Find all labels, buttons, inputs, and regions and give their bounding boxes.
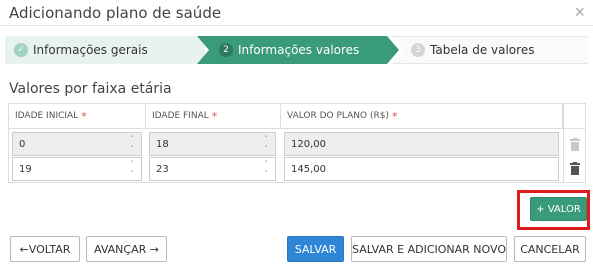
chevron-up-icon[interactable]: ˄ xyxy=(130,135,134,143)
dialog-header: Adicionando plano de saúde × xyxy=(0,0,593,26)
idade-inicial-input[interactable]: 0 ˄ ˅ xyxy=(12,132,142,156)
step-label: Informações valores xyxy=(238,43,360,57)
chevron-up-icon[interactable]: ˄ xyxy=(264,160,268,168)
quantity-stepper[interactable]: ˄ ˅ xyxy=(261,160,271,178)
input-value: 19 xyxy=(19,163,32,175)
trash-body xyxy=(571,166,579,175)
back-button[interactable]: ←VOLTAR xyxy=(10,236,80,262)
chevron-up-icon[interactable]: ˄ xyxy=(130,160,134,168)
divider xyxy=(9,128,585,129)
step-informacoes-valores[interactable]: 2 Informações valores xyxy=(197,36,399,64)
trash-icon[interactable] xyxy=(569,138,581,151)
next-button[interactable]: AVANÇAR → xyxy=(86,236,167,262)
input-value: 120,00 xyxy=(291,138,326,150)
header-idade-inicial: IDADE INICIAL * xyxy=(9,104,146,128)
trash-lid xyxy=(570,163,580,165)
chevron-down-icon[interactable]: ˅ xyxy=(264,170,268,178)
idade-inicial-input[interactable]: 19 ˄ ˅ xyxy=(12,157,142,181)
valor-input[interactable]: 145,00 xyxy=(284,157,559,181)
valor-input[interactable]: 120,00 xyxy=(284,132,559,156)
step-label: Tabela de valores xyxy=(430,43,535,57)
save-and-add-button[interactable]: SALVAR E ADICIONAR NOVO xyxy=(351,236,507,262)
header-label: VALOR DO PLANO (R$) xyxy=(287,111,389,121)
step-informacoes-gerais[interactable]: ✓ Informações gerais xyxy=(5,36,205,64)
highlight-box xyxy=(517,190,590,230)
header-idade-final: IDADE FINAL * xyxy=(146,104,281,128)
trash-icon[interactable] xyxy=(569,162,581,175)
trash-body xyxy=(571,142,579,151)
chevron-down-icon[interactable]: ˅ xyxy=(130,145,134,153)
quantity-stepper[interactable]: ˄ ˅ xyxy=(127,160,137,178)
header-label: IDADE INICIAL xyxy=(15,111,79,121)
chevron-down-icon[interactable]: ˅ xyxy=(130,170,134,178)
chevron-down-icon[interactable]: ˅ xyxy=(264,145,268,153)
close-icon[interactable]: × xyxy=(574,3,585,21)
divider xyxy=(563,104,564,182)
quantity-stepper[interactable]: ˄ ˅ xyxy=(127,135,137,153)
required-marker: * xyxy=(81,109,87,123)
header-label: IDADE FINAL xyxy=(152,111,209,121)
input-value: 18 xyxy=(156,138,169,150)
wizard-steps: ✓ Informações gerais 2 Informações valor… xyxy=(5,36,588,64)
idade-final-input[interactable]: 23 ˄ ˅ xyxy=(149,157,276,181)
cancel-button[interactable]: CANCELAR xyxy=(514,236,586,262)
input-value: 0 xyxy=(19,138,26,150)
step-number: 3 xyxy=(411,43,425,57)
step-label: Informações gerais xyxy=(33,43,148,57)
required-marker: * xyxy=(392,109,398,123)
dialog-title: Adicionando plano de saúde xyxy=(9,4,222,22)
input-value: 23 xyxy=(156,163,169,175)
chevron-up-icon[interactable]: ˄ xyxy=(264,135,268,143)
idade-final-input[interactable]: 18 ˄ ˅ xyxy=(149,132,276,156)
step-number: 2 xyxy=(219,43,233,57)
required-marker: * xyxy=(211,109,218,123)
header-valor-do-plano: VALOR DO PLANO (R$) * xyxy=(281,104,563,128)
age-range-table: IDADE INICIAL * IDADE FINAL * VALOR DO PLA… xyxy=(8,103,586,183)
input-value: 145,00 xyxy=(291,163,326,175)
save-button[interactable]: SALVAR xyxy=(287,236,344,262)
step-tabela-de-valores[interactable]: 3 Tabela de valores xyxy=(391,36,588,64)
quantity-stepper[interactable]: ˄ ˅ xyxy=(261,135,271,153)
trash-lid xyxy=(570,139,580,141)
check-icon: ✓ xyxy=(14,43,28,57)
section-title: Valores por faixa etária xyxy=(9,81,172,97)
